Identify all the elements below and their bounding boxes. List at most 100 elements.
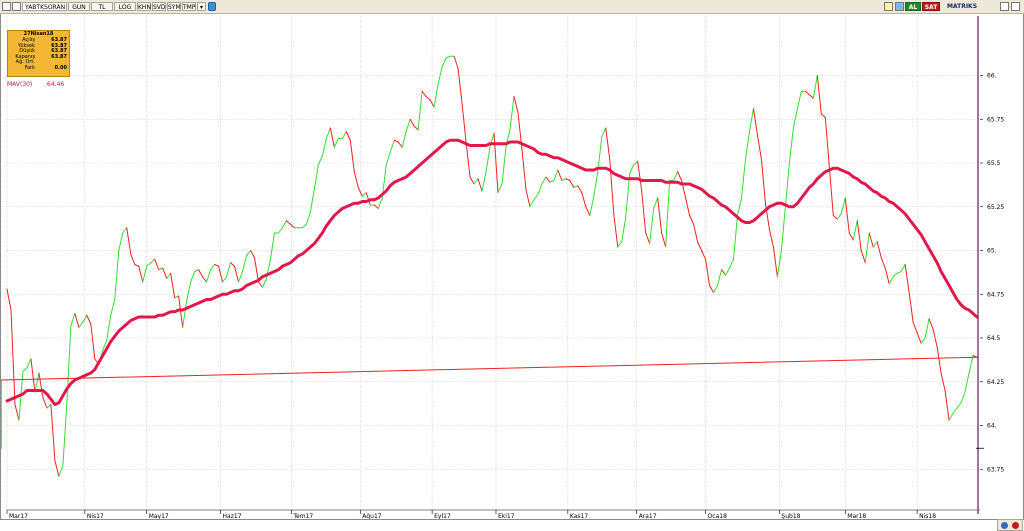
price-segment [892,272,898,278]
y-tick-label: 64.75 [987,291,1004,298]
price-segment [325,127,331,139]
price-segment [920,337,926,344]
price-chart[interactable]: 63.75 64. 64.25 64.5 64.75 65. 65.25 65.5 65.75 6… [1,14,1023,519]
price-segment [752,108,758,136]
price-segment [884,267,890,285]
settings-icon[interactable] [884,2,893,11]
price-segment [725,267,731,276]
period-button[interactable]: GUN [68,2,90,11]
close-icon[interactable] [12,2,21,11]
share-bird-icon[interactable] [208,2,216,11]
y-tick-label: 66. [987,73,997,80]
x-tick-label: Eyl17 [434,513,451,519]
window-close-icon[interactable] [1011,2,1020,11]
chart-area[interactable]: 63.75 64. 64.25 64.5 64.75 65. 65.25 65.5 65.75 6… [0,14,1024,531]
price-segment [50,404,56,461]
price-segment [665,180,671,248]
price-segment [6,288,12,311]
price-segment [122,227,128,234]
price-segment [677,171,683,181]
price-segment [529,199,535,208]
price-segment [597,136,603,173]
chevron-down-icon[interactable]: ▾ [197,2,206,11]
price-segment [309,188,315,213]
price-segment [166,272,172,279]
price-segment [158,267,164,271]
price-segment [182,300,188,328]
price-segment [880,257,886,269]
symbol-field[interactable]: YABTKSORAN [22,2,67,11]
chart-window-icon[interactable] [2,2,11,11]
price-segment [968,355,974,374]
y-tick-label: 65.25 [987,204,1004,211]
info-row-change: Fark 0.00 [8,64,69,72]
template-button[interactable]: TMP [182,2,196,11]
refresh-icon[interactable] [895,2,904,11]
price-segment [198,269,204,278]
remove-drawing-icon[interactable] [1012,522,1019,529]
price-segment [709,285,715,293]
sell-button[interactable]: SAT [922,2,940,11]
price-segment [389,139,395,153]
chart-corner-controls [997,519,1023,531]
info-value: 0.00 [54,64,67,71]
y-tick-label: 64. [987,423,997,430]
price-segment [760,159,766,204]
price-segment [744,131,750,160]
y-tick-label: 63.75 [987,466,1004,473]
svd-button[interactable]: SVD [152,2,166,11]
price-segment [190,271,196,283]
price-segment [333,138,339,148]
buy-button[interactable]: AL [905,2,921,11]
price-segment [58,465,64,477]
price-segment [469,176,475,185]
price-segment [162,267,168,279]
price-segment [537,183,543,195]
price-segment [637,160,643,192]
price-segment [126,227,132,255]
price-segment [629,164,635,174]
price-segment [808,94,814,99]
price-segment [729,258,735,269]
price-segment [349,139,355,173]
price-segment [54,460,60,477]
price-segment [46,404,52,409]
x-tick-label: Nis18 [919,513,936,519]
price-segment [261,278,267,288]
price-segment [904,264,910,293]
price-segment [689,215,695,225]
price-segment [772,246,778,278]
price-segment [868,232,874,248]
price-segment [78,321,84,328]
y-tick-label: 64.5 [987,335,1001,342]
currency-button[interactable]: TL [91,2,113,11]
sym-button[interactable]: SYM [167,2,181,11]
price-segment [150,258,156,264]
chart-toolbar: YABTKSORAN GUN TL LOG KHN SVD SYM TMP ▾ … [0,0,1024,14]
price-segment [573,185,579,188]
khn-button[interactable]: KHN [137,2,151,11]
price-segment [281,220,287,229]
price-segment [445,55,451,59]
price-segment [964,372,970,393]
price-segment [238,271,244,283]
price-segment [38,372,44,398]
price-segment [110,299,116,316]
x-tick-label: Mar17 [9,513,28,519]
draw-tool-icon[interactable] [1001,522,1008,529]
price-segment [541,176,547,185]
price-segment [106,314,112,341]
price-segment [844,197,850,234]
window-minimize-icon[interactable] [1000,2,1009,11]
price-segment [14,404,20,421]
price-segment [784,162,790,208]
price-segment [154,258,160,271]
price-segment [74,313,80,328]
log-scale-button[interactable]: LOG [114,2,136,11]
price-segment [557,169,563,181]
price-segment [924,318,930,339]
price-segment [305,211,311,225]
price-segment [130,253,136,265]
price-segment [178,295,184,328]
price-segment [134,264,140,267]
